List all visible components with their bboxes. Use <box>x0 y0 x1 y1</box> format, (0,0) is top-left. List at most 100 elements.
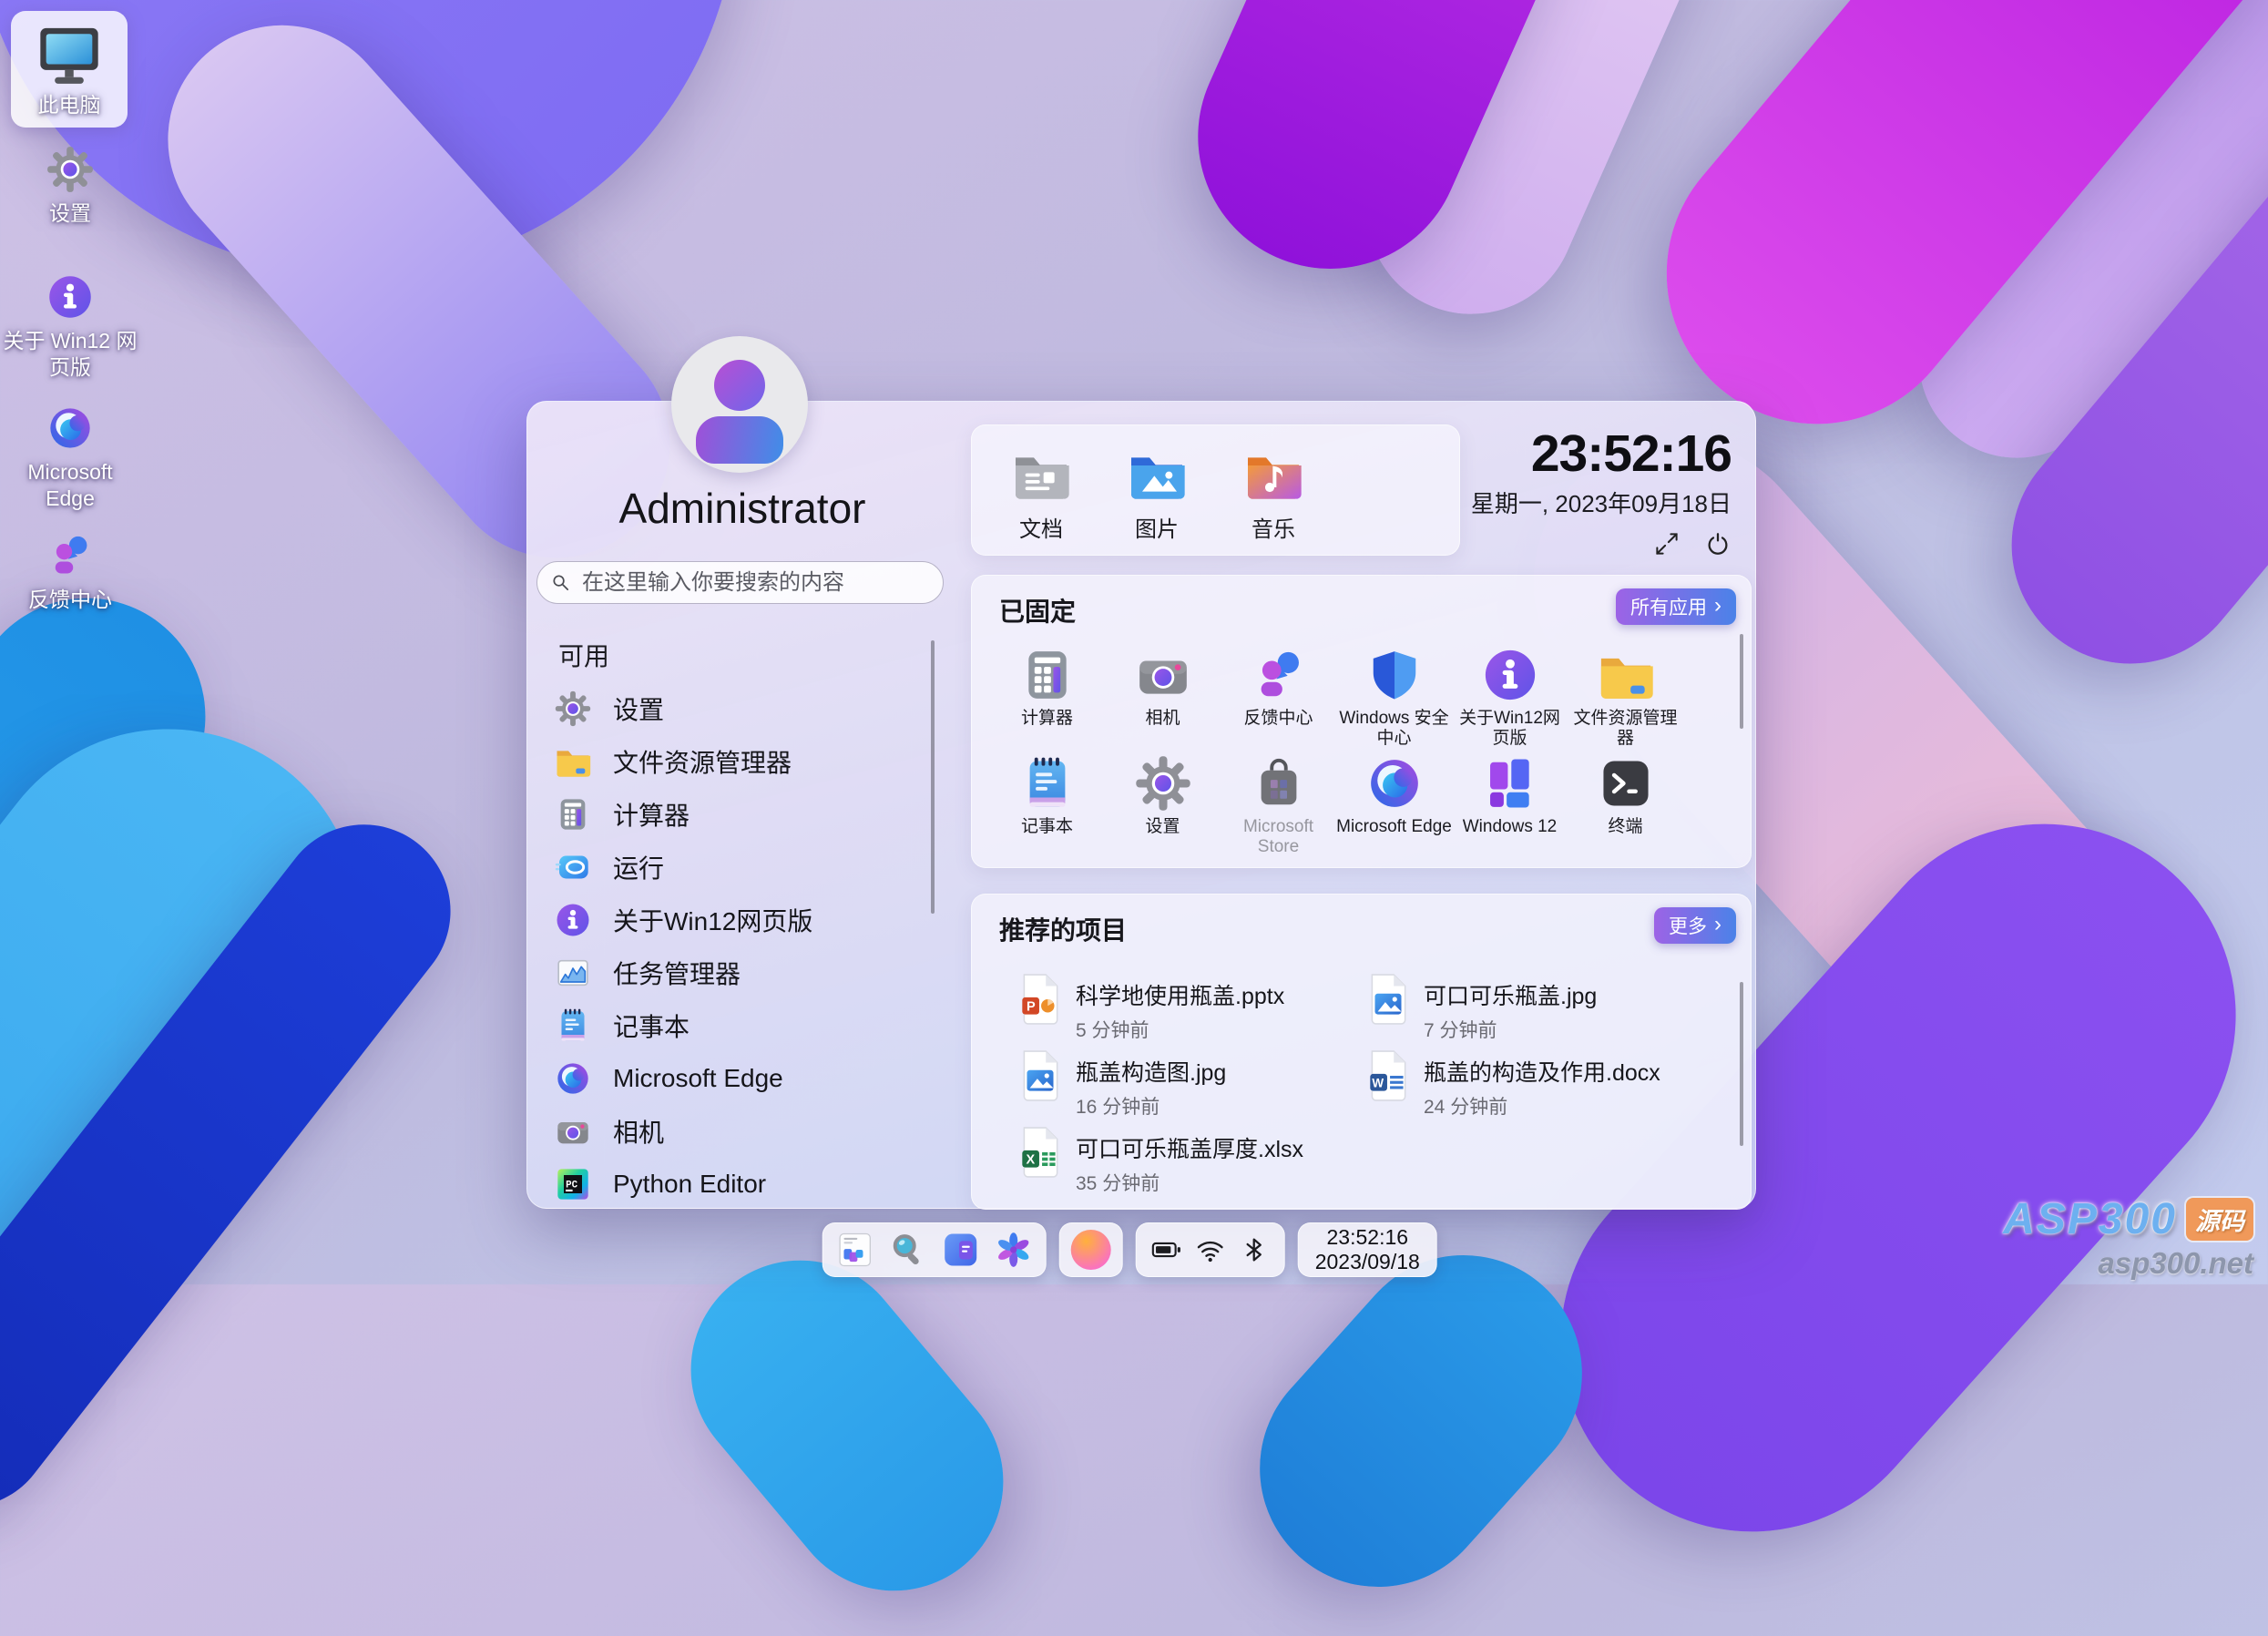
pinwheel-icon[interactable] <box>995 1231 1033 1269</box>
search-lens-icon[interactable] <box>889 1231 927 1269</box>
pinned-app-label: 文件资源管理器 <box>1573 709 1678 748</box>
search-input[interactable] <box>580 568 930 597</box>
pinned-app-windows-12[interactable]: Windows 12 <box>1452 755 1568 837</box>
info-icon <box>46 273 94 321</box>
watermark-badge: 源码 <box>2186 1198 2253 1241</box>
start-button-icon[interactable] <box>836 1231 874 1269</box>
menu-item-task-manager[interactable]: 任务管理器 <box>527 946 939 999</box>
scrollbar[interactable] <box>931 640 935 914</box>
folder-icon <box>555 743 591 780</box>
recommended-card: 推荐的项目 更多 › 科学地使用瓶盖.pptx 5 分钟前 可口可乐瓶盖.jpg… <box>971 894 1752 1210</box>
camera-icon <box>1135 647 1191 703</box>
desktop-icon-label: Microsoft Edge <box>27 460 113 510</box>
pinned-app-label: 相机 <box>1145 709 1180 728</box>
recommended-file[interactable]: 瓶盖构造图.jpg 16 分钟前 <box>1019 1049 1226 1120</box>
menu-item-label: 关于Win12网页版 <box>613 907 813 936</box>
recommended-file-time: 24 分钟前 <box>1424 1097 1508 1118</box>
taskbar: 23:52:16 2023/09/18 <box>822 1222 1437 1277</box>
quick-access-music[interactable]: 音乐 <box>1219 445 1328 543</box>
edge-icon <box>555 1060 591 1097</box>
menu-item-calculator[interactable]: 计算器 <box>527 788 939 841</box>
desktop-icon-feedback-hub[interactable]: 反馈中心 <box>2 532 138 613</box>
expand-icon[interactable] <box>1653 530 1681 557</box>
recommended-file[interactable]: 瓶盖的构造及作用.docx 24 分钟前 <box>1367 1049 1660 1120</box>
pinned-app-about-win12[interactable]: 关于Win12网页版 <box>1452 647 1568 749</box>
pinned-app-edge[interactable]: Microsoft Edge <box>1336 755 1452 837</box>
search-box[interactable] <box>536 561 944 604</box>
pinned-app-notepad[interactable]: 记事本 <box>989 755 1105 837</box>
desktop-icon-label: 反馈中心 <box>28 588 112 611</box>
terminal-icon <box>1598 755 1654 812</box>
quick-access-documents[interactable]: 文档 <box>986 445 1096 543</box>
pinned-app-microsoft-store[interactable]: Microsoft Store <box>1221 755 1336 857</box>
feedback-icon <box>46 532 94 579</box>
info-icon <box>555 902 591 938</box>
pinned-app-label: 关于Win12网页版 <box>1459 709 1560 748</box>
chevron-right-icon: › <box>1714 912 1721 936</box>
music-folder-icon <box>1244 445 1303 504</box>
pinned-app-settings[interactable]: 设置 <box>1105 755 1221 837</box>
menu-item-label: Python Editor <box>613 1170 767 1198</box>
menu-item-run[interactable]: 运行 <box>527 841 939 894</box>
desktop-icon-edge[interactable]: Microsoft Edge <box>2 404 138 512</box>
desktop-icon-this-pc[interactable]: 此电脑 <box>11 11 128 128</box>
available-app-list: 设置 文件资源管理器 计算器 运行 关于Win12网页版 任务管理器 记事本 M… <box>527 682 939 1211</box>
recommended-section-title: 推荐的项目 <box>999 916 1128 945</box>
pinned-app-feedback-hub[interactable]: 反馈中心 <box>1221 647 1336 729</box>
info-icon <box>1482 647 1538 703</box>
scrollbar[interactable] <box>1740 634 1743 729</box>
recommended-file[interactable]: 科学地使用瓶盖.pptx 5 分钟前 <box>1019 973 1284 1043</box>
menu-item-label: 记事本 <box>613 1013 690 1041</box>
recommended-file-name: 科学地使用瓶盖.pptx <box>1076 984 1285 1009</box>
taskbar-tray-group <box>1135 1222 1285 1277</box>
feedback-icon <box>1251 647 1307 703</box>
recommended-file-name: 瓶盖构造图.jpg <box>1076 1060 1227 1086</box>
user-name: Administrator <box>618 485 866 532</box>
menu-item-file-explorer[interactable]: 文件资源管理器 <box>527 735 939 788</box>
menu-item-settings[interactable]: 设置 <box>527 682 939 735</box>
quick-access-pictures[interactable]: 图片 <box>1102 445 1211 543</box>
menu-item-python-editor[interactable]: Python Editor <box>527 1158 939 1211</box>
wifi-icon[interactable] <box>1195 1234 1226 1265</box>
pinned-app-terminal[interactable]: 终端 <box>1568 755 1683 837</box>
scrollbar[interactable] <box>1740 982 1743 1146</box>
edge-icon <box>1366 755 1423 812</box>
pinned-app-camera[interactable]: 相机 <box>1105 647 1221 729</box>
recommended-file-name: 瓶盖的构造及作用.docx <box>1424 1060 1660 1086</box>
menu-item-edge[interactable]: Microsoft Edge <box>527 1052 939 1105</box>
recommended-file[interactable]: 可口可乐瓶盖.jpg 7 分钟前 <box>1367 973 1597 1043</box>
avatar[interactable] <box>671 336 808 473</box>
notepad-icon <box>1019 755 1076 812</box>
all-apps-button[interactable]: 所有应用 › <box>1616 588 1736 625</box>
desktop-icon-settings[interactable]: 设置 <box>2 146 138 227</box>
menu-item-notepad[interactable]: 记事本 <box>527 999 939 1052</box>
bluetooth-icon[interactable] <box>1239 1234 1270 1265</box>
pinned-app-windows-security[interactable]: Windows 安全中心 <box>1336 647 1452 749</box>
quick-access-label: 图片 <box>1135 517 1179 542</box>
python-editor-icon <box>555 1166 591 1202</box>
power-icon[interactable] <box>1704 530 1732 557</box>
more-button[interactable]: 更多 › <box>1654 907 1736 944</box>
recommended-file-name: 可口可乐瓶盖.jpg <box>1424 984 1598 1009</box>
battery-icon[interactable] <box>1151 1234 1182 1265</box>
menu-item-about-win12[interactable]: 关于Win12网页版 <box>527 894 939 946</box>
menu-item-camera[interactable]: 相机 <box>527 1105 939 1158</box>
watermark-brand: ASP300 <box>2003 1195 2177 1243</box>
all-apps-label: 所有应用 <box>1630 598 1707 619</box>
image-file-icon <box>1367 973 1409 1026</box>
calculator-icon <box>1019 647 1076 703</box>
pinned-app-file-explorer[interactable]: 文件资源管理器 <box>1568 647 1683 749</box>
desktop-icon-about-win12[interactable]: 关于 Win12 网页版 <box>2 273 138 381</box>
desktop-icon-label: 设置 <box>49 201 91 225</box>
recommended-file[interactable]: 可口可乐瓶盖厚度.xlsx 35 分钟前 <box>1019 1126 1303 1196</box>
gear-icon <box>1135 755 1191 812</box>
desktop-icon-label: 此电脑 <box>37 92 101 117</box>
orange-orb-icon[interactable] <box>1070 1230 1111 1270</box>
taskbar-clock[interactable]: 23:52:16 2023/09/18 <box>1297 1222 1437 1277</box>
pinned-app-calculator[interactable]: 计算器 <box>989 647 1105 729</box>
chevron-right-icon: › <box>1714 593 1721 618</box>
search-icon <box>550 572 571 593</box>
widgets-icon[interactable] <box>942 1231 980 1269</box>
menu-item-label: 文件资源管理器 <box>613 749 792 777</box>
windows12-icon <box>1482 755 1538 812</box>
